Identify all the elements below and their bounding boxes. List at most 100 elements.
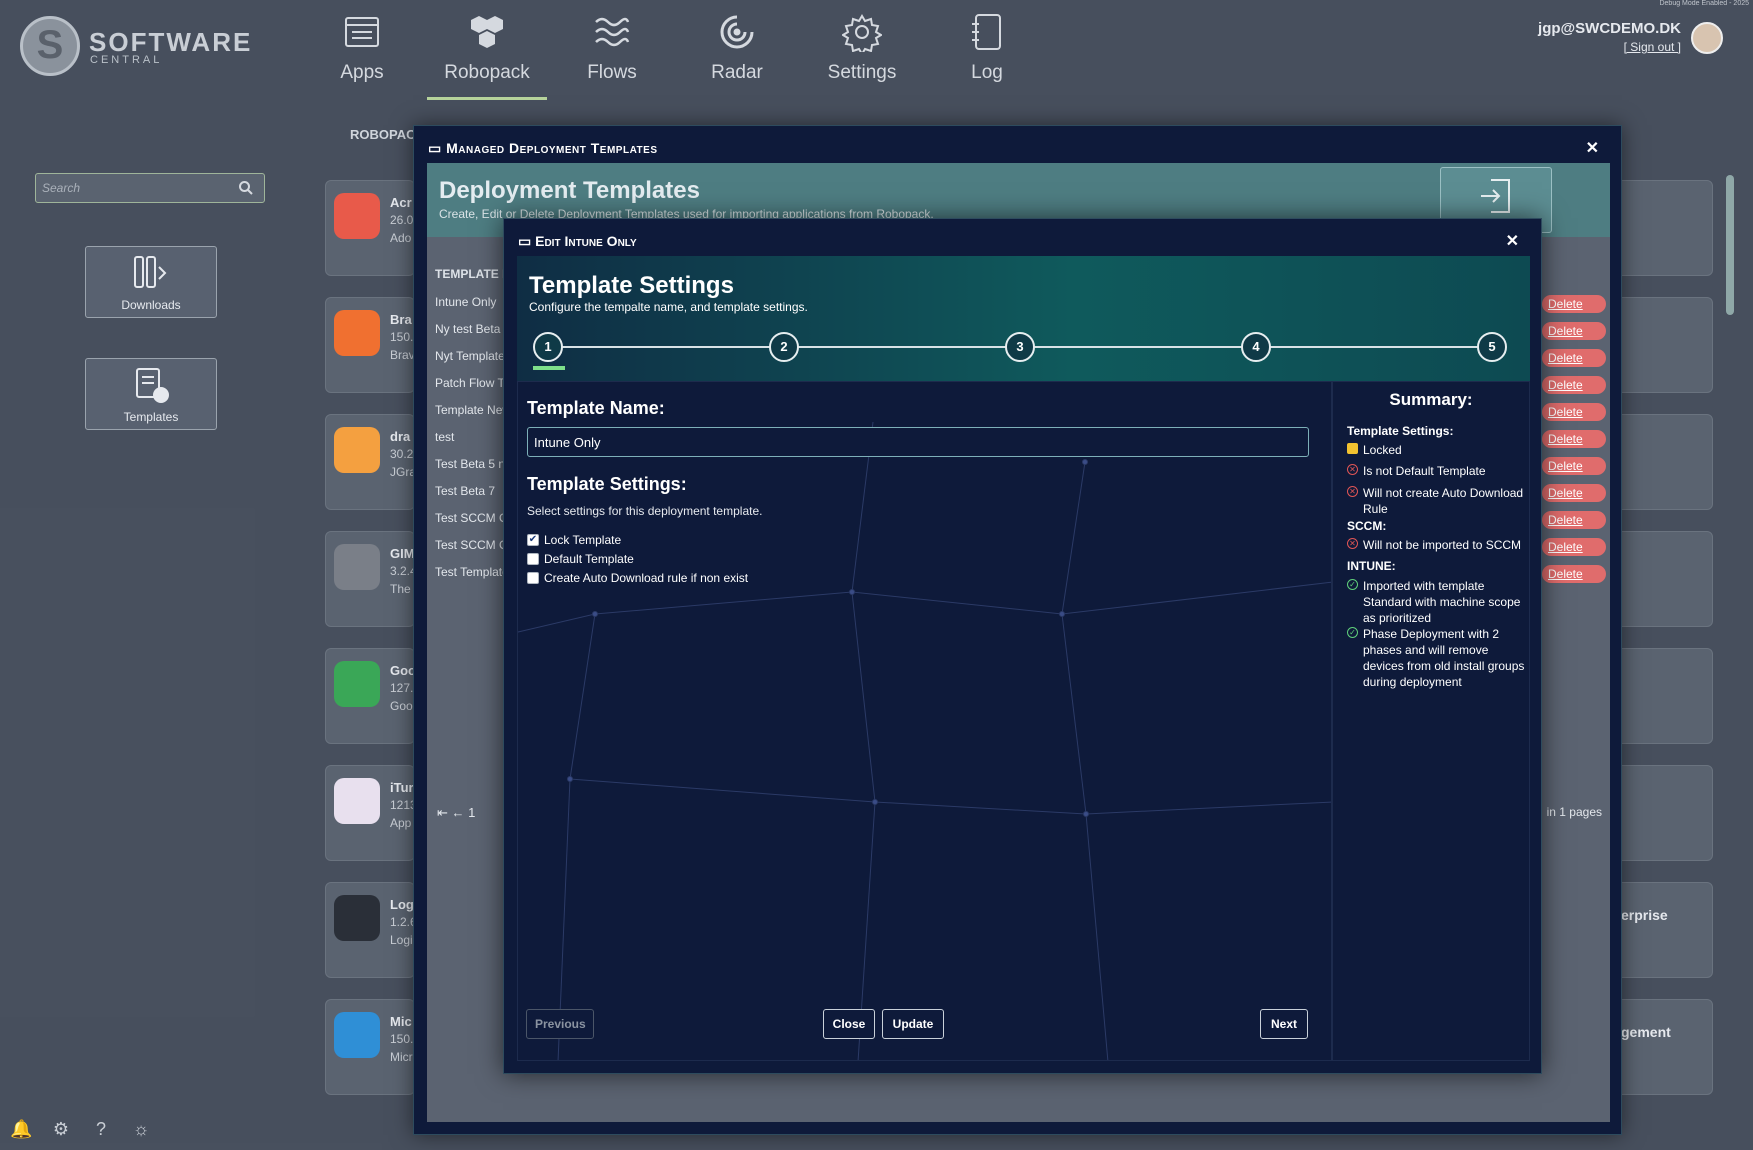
nav-robopack[interactable]: Robopack (427, 12, 547, 100)
prev-page-icon[interactable]: ← (452, 805, 465, 820)
template-row[interactable]: test (435, 430, 454, 444)
logo-icon (20, 16, 80, 76)
app-icon (334, 193, 380, 239)
downloads-button[interactable]: Downloads (85, 246, 217, 318)
sign-out-link[interactable]: [ Sign out ] (1538, 40, 1681, 54)
robopack-icon (471, 16, 503, 48)
help-icon[interactable]: ? (90, 1118, 112, 1140)
template-row[interactable]: Template New (435, 403, 511, 417)
template-row[interactable]: Test SCCM O (435, 511, 508, 525)
checkbox-unchecked-icon[interactable] (527, 553, 539, 565)
nav-log[interactable]: Log (927, 12, 1047, 84)
summary-text: Will not create Auto Download Rule (1363, 486, 1524, 516)
step-2[interactable]: 2 (769, 332, 799, 362)
summary-text: Locked (1363, 443, 1402, 457)
cross-icon: ✕ (1347, 486, 1358, 497)
app-version: 127. (390, 681, 414, 695)
delete-button[interactable]: Delete (1542, 565, 1606, 583)
delete-button[interactable]: Delete (1542, 457, 1606, 475)
page-scrollbar[interactable] (1726, 175, 1734, 315)
step-3[interactable]: 3 (1005, 332, 1035, 362)
debug-text: Debug Mode Enabled - 2025 (1659, 0, 1749, 7)
template-row[interactable]: Test Beta 5 n (435, 457, 505, 471)
step-4[interactable]: 4 (1241, 332, 1271, 362)
previous-button[interactable]: Previous (526, 1009, 594, 1039)
close-icon[interactable]: ✕ (1506, 231, 1519, 251)
template-row[interactable]: Test SCCM O (435, 538, 508, 552)
auto-download-checkbox[interactable]: Create Auto Download rule if non exist (527, 571, 748, 585)
update-button[interactable]: Update (882, 1009, 944, 1039)
template-row[interactable]: Test Template (435, 565, 509, 579)
template-settings-desc: Select settings for this deployment temp… (527, 504, 763, 518)
close-button[interactable]: Close (823, 1009, 875, 1039)
nav-settings-label: Settings (827, 62, 897, 83)
app-card[interactable]: dra 30.2 JGra (325, 414, 416, 510)
template-row[interactable]: Nyt Template (435, 349, 505, 363)
top-navigation: SOFTWARE CENTRAL Apps Robopack Flows Rad… (0, 0, 1753, 100)
checkbox-checked-icon[interactable]: ✔ (527, 534, 539, 546)
dialog-title-text: Managed Deployment Templates (446, 140, 658, 156)
downloads-label: Downloads (121, 298, 181, 312)
app-name: dra (390, 429, 411, 444)
app-name: Log (390, 897, 414, 912)
app-card[interactable]: Goo 127. Goo (325, 648, 416, 744)
delete-button[interactable]: Delete (1542, 376, 1606, 394)
template-row[interactable]: Test Beta 7 (435, 484, 495, 498)
app-card[interactable]: Mic 150. Micr (325, 999, 415, 1095)
app-icon (334, 1012, 380, 1058)
dialog-title: ▭ Edit Intune Only (518, 233, 637, 249)
delete-button[interactable]: Delete (1542, 511, 1606, 529)
summary-item: ✓ Phase Deployment with 2 phases and will… (1347, 626, 1527, 690)
cross-icon: ✕ (1347, 464, 1358, 475)
gear-icon[interactable]: ⚙ (50, 1118, 72, 1140)
delete-button[interactable]: Delete (1542, 322, 1606, 340)
app-card[interactable]: Bra 150. Brav (325, 297, 415, 393)
template-form: Template Name: Template Settings: Select… (517, 381, 1332, 1061)
app-card[interactable]: Acr 26.0 Ado (325, 180, 415, 276)
template-row[interactable]: Ny test Beta 5 (435, 322, 510, 336)
delete-button[interactable]: Delete (1542, 349, 1606, 367)
delete-button[interactable]: Delete (1542, 538, 1606, 556)
delete-button[interactable]: Delete (1542, 403, 1606, 421)
app-card[interactable]: iTur 1213 App (325, 765, 417, 861)
edit-template-dialog: ▭ Edit Intune Only ✕ Template Settings C… (503, 218, 1542, 1074)
delete-button[interactable]: Delete (1542, 430, 1606, 448)
default-template-checkbox[interactable]: Default Template (527, 552, 634, 566)
app-name: Bra (390, 312, 412, 327)
next-button[interactable]: Next (1260, 1009, 1308, 1039)
bell-icon[interactable]: 🔔 (10, 1118, 32, 1140)
app-vendor: Goo (390, 699, 413, 713)
search-input[interactable]: Search (35, 173, 265, 203)
nav-apps-label: Apps (340, 62, 384, 83)
lock-icon (1347, 443, 1358, 454)
template-row[interactable]: Patch Flow Te (435, 376, 510, 390)
checkbox-unchecked-icon[interactable] (527, 572, 539, 584)
app-icon (334, 310, 380, 356)
nav-settings[interactable]: Settings (802, 12, 922, 84)
delete-button[interactable]: Delete (1542, 484, 1606, 502)
app-icon (334, 895, 380, 941)
nav-apps[interactable]: Apps (302, 12, 422, 84)
step-1[interactable]: 1 (533, 332, 563, 362)
brightness-icon[interactable]: ☼ (130, 1118, 152, 1140)
app-card[interactable]: GIM 3.2.4 The (325, 531, 417, 627)
app-icon (334, 778, 380, 824)
step-5[interactable]: 5 (1477, 332, 1507, 362)
page-number[interactable]: 1 (468, 805, 475, 820)
app-icon (334, 427, 380, 473)
app-card[interactable]: Log 1.2.6 Logi (325, 882, 417, 978)
template-row[interactable]: Intune Only (435, 295, 496, 309)
avatar[interactable] (1691, 22, 1723, 54)
templates-button[interactable]: Templates (85, 358, 217, 430)
close-icon[interactable]: ✕ (1586, 138, 1599, 158)
apps-icon (345, 17, 379, 47)
flows-icon (595, 17, 630, 47)
first-page-icon[interactable]: ⇤ (437, 805, 448, 820)
nav-flows[interactable]: Flows (552, 12, 672, 84)
template-name-input[interactable] (527, 427, 1309, 457)
nav-radar[interactable]: Radar (677, 12, 797, 84)
delete-button[interactable]: Delete (1542, 295, 1606, 313)
pages-count: in 1 pages (1546, 805, 1602, 819)
app-vendor: Brav (390, 348, 415, 362)
lock-template-checkbox[interactable]: ✔ Lock Template (527, 533, 621, 547)
